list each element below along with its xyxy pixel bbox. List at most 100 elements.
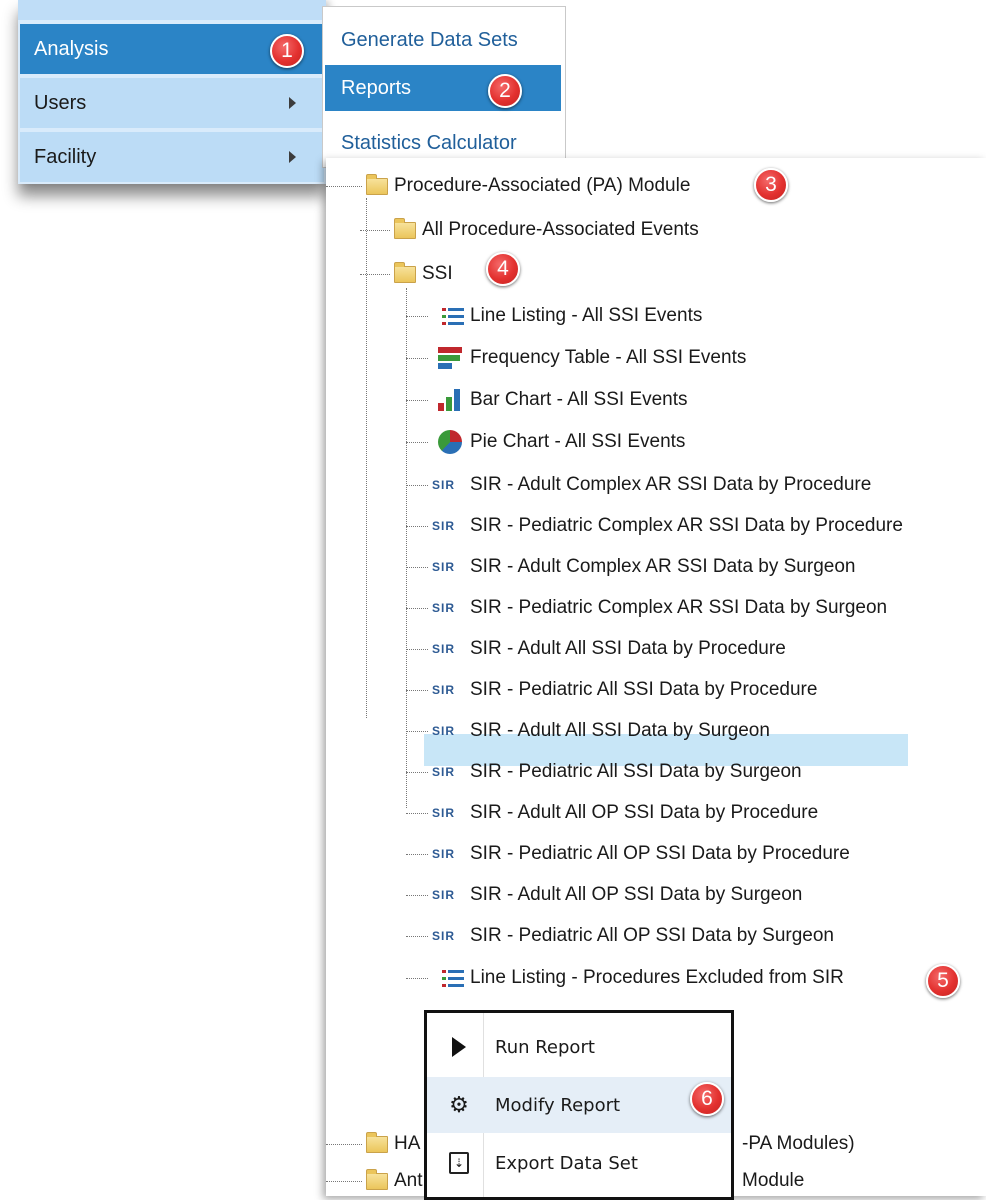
report-label: SIR - Adult All SSI Data by Surgeon: [470, 720, 770, 741]
step-badge-3: 3: [754, 168, 788, 202]
tree-node-label: All Procedure-Associated Events: [422, 219, 699, 240]
tree-node-report[interactable]: SIR SIR - Pediatric All SSI Data by Surg…: [406, 757, 802, 787]
tree-node-report-selected[interactable]: Line Listing - Procedures Excluded from …: [406, 963, 844, 993]
step-badge-2: 2: [488, 74, 522, 108]
context-menu-label: Modify Report: [495, 1094, 621, 1116]
tree-node-report[interactable]: SIR SIR - Pediatric All OP SSI Data by P…: [406, 839, 850, 869]
play-icon: [435, 1037, 483, 1057]
sir-icon: SIR: [432, 765, 456, 779]
sir-icon: SIR: [432, 519, 456, 533]
folder-icon: [394, 217, 416, 239]
tree-node-report[interactable]: SIR SIR - Pediatric Complex AR SSI Data …: [406, 593, 887, 623]
tree-connector: [406, 894, 428, 896]
menu-item-users[interactable]: Users: [20, 78, 324, 128]
step-badge-6: 6: [690, 1082, 724, 1116]
tree-node-partial[interactable]: HA: [326, 1129, 420, 1159]
report-label: SIR - Adult Complex AR SSI Data by Surge…: [470, 556, 856, 577]
report-label: SIR - Pediatric All SSI Data by Procedur…: [470, 679, 818, 700]
tree-node-label: Module: [742, 1170, 805, 1191]
tree-node-report[interactable]: SIR SIR - Pediatric Complex AR SSI Data …: [406, 511, 903, 541]
tree-node-report[interactable]: Pie Chart - All SSI Events: [406, 427, 685, 457]
run-report-menu-item[interactable]: Run Report: [427, 1019, 731, 1075]
menu-top-strip: [18, 0, 326, 20]
tree-node-partial-tail: -PA Modules): [742, 1129, 855, 1159]
tree-connector: [406, 525, 428, 527]
tree-node-report[interactable]: SIR SIR - Adult All SSI Data by Procedur…: [406, 634, 786, 664]
tree-connector: [406, 648, 428, 650]
step-badge-5: 5: [926, 964, 960, 998]
tree-connector: [326, 1180, 362, 1182]
step-badge-4: 4: [486, 252, 520, 286]
tree-connector: [406, 441, 428, 443]
tree-connector: [406, 566, 428, 568]
report-label: SIR - Pediatric All OP SSI Data by Surge…: [470, 925, 834, 946]
tree-node-ssi[interactable]: SSI: [360, 259, 453, 289]
submenu-reports[interactable]: Reports: [325, 65, 561, 111]
sir-icon: SIR: [432, 560, 456, 574]
tree-node-report[interactable]: SIR SIR - Pediatric All SSI Data by Proc…: [406, 675, 817, 705]
export-data-set-menu-item[interactable]: ⇣ Export Data Set: [427, 1135, 731, 1191]
line-listing-icon: [432, 968, 464, 988]
export-icon: ⇣: [435, 1152, 483, 1174]
folder-icon: [394, 261, 416, 283]
tree-node-report[interactable]: SIR SIR - Pediatric All OP SSI Data by S…: [406, 921, 834, 951]
tree-node-all-pa-events[interactable]: All Procedure-Associated Events: [360, 215, 699, 245]
report-label: SIR - Pediatric All OP SSI Data by Proce…: [470, 843, 850, 864]
context-menu: Run Report ⚙ Modify Report ⇣ Export Data…: [424, 1010, 734, 1200]
tree-node-label: Ant: [394, 1170, 423, 1191]
sir-icon: SIR: [432, 806, 456, 820]
tree-connector: [406, 607, 428, 609]
tree-node-report[interactable]: Bar Chart - All SSI Events: [406, 385, 688, 415]
sir-icon: SIR: [432, 601, 456, 615]
sir-icon: SIR: [432, 683, 456, 697]
tree-node-report[interactable]: SIR SIR - Adult All OP SSI Data by Proce…: [406, 798, 818, 828]
submenu-label: Statistics Calculator: [341, 131, 517, 154]
tree-connector: [406, 812, 428, 814]
tree-connector: [406, 730, 428, 732]
folder-icon: [366, 173, 388, 195]
line-listing-icon: [432, 306, 464, 326]
tree-connector: [406, 977, 428, 979]
tree-node-report[interactable]: SIR SIR - Adult All SSI Data by Surgeon: [406, 716, 770, 746]
tree-connector: [406, 771, 428, 773]
submenu-generate-data-sets[interactable]: Generate Data Sets: [325, 17, 561, 63]
report-label: SIR - Adult All OP SSI Data by Procedure: [470, 802, 819, 823]
tree-node-pa-module[interactable]: Procedure-Associated (PA) Module: [326, 171, 690, 201]
report-label: SIR - Pediatric Complex AR SSI Data by S…: [470, 597, 888, 618]
tree-connector: [326, 1143, 362, 1145]
report-label: Line Listing - Procedures Excluded from …: [470, 967, 844, 988]
report-label: SIR - Adult All OP SSI Data by Surgeon: [470, 884, 803, 905]
menu-item-label: Users: [34, 91, 87, 114]
tree-node-report[interactable]: Frequency Table - All SSI Events: [406, 343, 746, 373]
report-label: Bar Chart - All SSI Events: [470, 389, 688, 410]
tree-connector: [406, 935, 428, 937]
tree-connector: [406, 853, 428, 855]
sir-icon: SIR: [432, 642, 456, 656]
sir-icon: SIR: [432, 888, 456, 902]
submenu-label: Generate Data Sets: [341, 28, 518, 51]
tree-node-report[interactable]: SIR SIR - Adult Complex AR SSI Data by S…: [406, 552, 855, 582]
tree-node-label: SSI: [422, 263, 453, 284]
tree-node-report[interactable]: SIR SIR - Adult Complex AR SSI Data by P…: [406, 470, 871, 500]
folder-icon: [366, 1168, 388, 1190]
modify-report-menu-item[interactable]: ⚙ Modify Report: [427, 1077, 731, 1133]
report-label: SIR - Pediatric Complex AR SSI Data by P…: [470, 515, 903, 536]
sir-icon: SIR: [432, 724, 456, 738]
tree-connector: [406, 689, 428, 691]
menu-item-label: Facility: [34, 145, 97, 168]
sir-icon: SIR: [432, 929, 456, 943]
tree-node-label: -PA Modules): [742, 1133, 855, 1154]
tree-connector: [406, 484, 428, 486]
sir-icon: SIR: [432, 847, 456, 861]
context-menu-label: Export Data Set: [495, 1152, 638, 1174]
tree-node-partial[interactable]: Ant: [326, 1166, 423, 1196]
main-menu: Analysis Users Facility: [18, 0, 326, 184]
tree-connector: [360, 229, 390, 231]
tree-node-report[interactable]: SIR SIR - Adult All OP SSI Data by Surge…: [406, 880, 802, 910]
gear-icon: ⚙: [449, 1092, 469, 1118]
tree-node-partial-tail: Module: [742, 1166, 804, 1196]
tree-node-report[interactable]: Line Listing - All SSI Events: [406, 301, 702, 331]
tree-connector: [326, 185, 362, 187]
pie-chart-icon: [432, 429, 464, 455]
menu-item-facility[interactable]: Facility: [20, 132, 324, 182]
